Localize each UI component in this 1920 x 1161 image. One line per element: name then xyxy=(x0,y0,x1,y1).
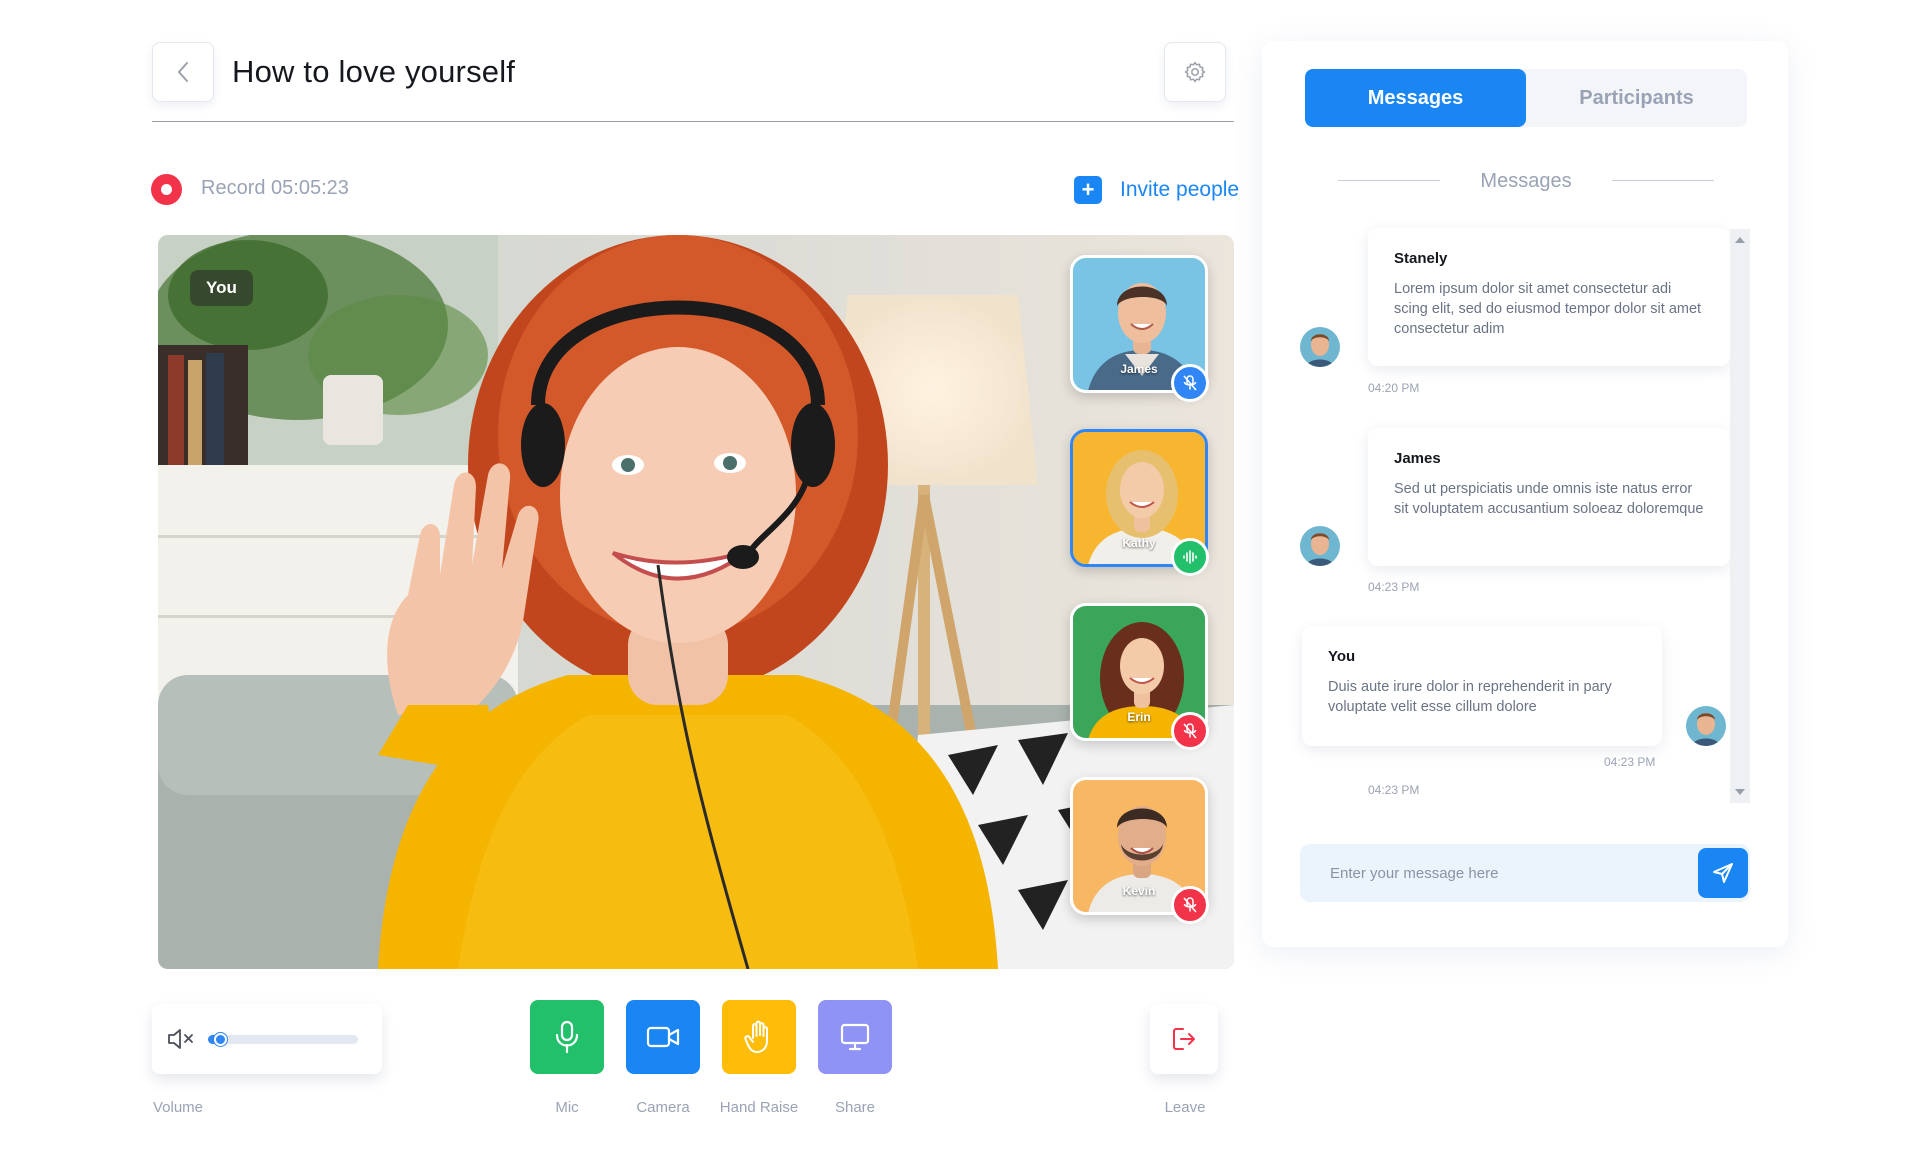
header-divider xyxy=(152,121,1234,122)
tab-participants[interactable]: Participants xyxy=(1526,69,1747,127)
message-bubble: Stanely Lorem ipsum dolor sit amet conse… xyxy=(1368,228,1730,366)
hand-raise-button[interactable] xyxy=(722,1000,796,1074)
chat-scrollbar[interactable] xyxy=(1730,229,1750,803)
message-time: 04:23 PM xyxy=(1368,580,1420,594)
share-button[interactable] xyxy=(818,1000,892,1074)
message-text: Duis aute irure dolor in reprehenderit i… xyxy=(1328,679,1612,715)
message-input-box xyxy=(1300,844,1750,902)
plus-icon: + xyxy=(1074,176,1102,204)
settings-button[interactable] xyxy=(1164,42,1226,102)
volume-control[interactable] xyxy=(152,1004,382,1074)
mic-button[interactable] xyxy=(530,1000,604,1074)
message-bubble: James Sed ut perspiciatis unde omnis ist… xyxy=(1368,428,1730,566)
mic-muted-icon xyxy=(1171,364,1209,402)
camera-button[interactable] xyxy=(626,1000,700,1074)
self-label: You xyxy=(190,270,253,306)
speaker-muted-icon[interactable] xyxy=(166,1027,196,1051)
back-button[interactable] xyxy=(152,42,214,102)
hand-icon xyxy=(744,1020,768,1053)
section-divider-right xyxy=(1612,180,1714,181)
message-sender: James xyxy=(1394,450,1441,467)
avatar xyxy=(1300,327,1340,367)
share-label: Share xyxy=(834,1099,876,1116)
volume-knob[interactable] xyxy=(214,1032,227,1046)
message-bubble-self: You Duis aute irure dolor in reprehender… xyxy=(1302,626,1662,746)
avatar xyxy=(1686,706,1726,746)
leave-label: Leave xyxy=(1164,1099,1206,1116)
avatar xyxy=(1300,526,1340,566)
scroll-down-arrow[interactable] xyxy=(1735,789,1745,795)
leave-button[interactable] xyxy=(1150,1004,1218,1074)
volume-label: Volume xyxy=(152,1099,204,1116)
record-icon[interactable] xyxy=(151,174,182,205)
invite-people-button[interactable]: + Invite people xyxy=(1074,176,1239,204)
video-camera-icon xyxy=(646,1026,680,1048)
message-time: 04:23 PM xyxy=(1368,783,1420,797)
chevron-left-icon xyxy=(178,62,188,82)
send-button[interactable] xyxy=(1698,848,1748,898)
mic-muted-icon xyxy=(1171,886,1209,924)
message-sender: You xyxy=(1328,648,1356,665)
page-title: How to love yourself xyxy=(232,54,516,89)
exit-icon xyxy=(1173,1028,1195,1050)
send-icon xyxy=(1713,863,1733,883)
tab-messages[interactable]: Messages xyxy=(1305,69,1526,127)
microphone-icon xyxy=(555,1020,579,1054)
message-time: 04:23 PM xyxy=(1604,755,1656,769)
gear-icon xyxy=(1184,61,1206,83)
message-input[interactable] xyxy=(1300,844,1690,902)
panel-tabs: Messages Participants xyxy=(1305,69,1747,127)
mic-muted-icon xyxy=(1171,712,1209,750)
invite-label: Invite people xyxy=(1120,178,1240,201)
message-list[interactable]: Stanely Lorem ipsum dolor sit amet conse… xyxy=(1300,228,1752,803)
message-time: 04:20 PM xyxy=(1368,381,1420,395)
message-sender: Stanely xyxy=(1394,250,1448,267)
audio-wave-icon xyxy=(1171,538,1209,576)
monitor-icon xyxy=(840,1023,870,1051)
message-text: Lorem ipsum dolor sit amet consectetur a… xyxy=(1394,281,1702,337)
messages-section-title: Messages xyxy=(1480,170,1572,192)
section-divider-left xyxy=(1338,180,1440,181)
scroll-up-arrow[interactable] xyxy=(1735,237,1745,243)
volume-slider[interactable] xyxy=(208,1032,358,1046)
record-timer: Record 05:05:23 xyxy=(201,177,349,199)
message-text: Sed ut perspiciatis unde omnis iste natu… xyxy=(1394,481,1704,517)
